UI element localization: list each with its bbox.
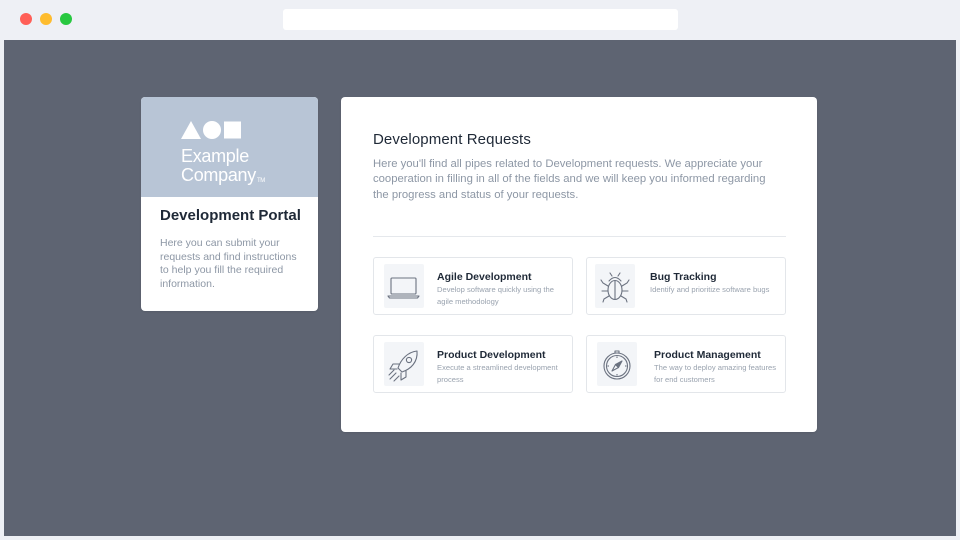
pipe-card-title: Agile Development [437,271,532,283]
maximize-window-button[interactable] [60,13,72,25]
pipe-card-bug-tracking[interactable]: Bug Tracking Identify and prioritize sof… [586,257,786,315]
logo-line-1: Example [181,146,249,166]
divider [373,236,786,237]
pipe-card-title: Product Management [654,349,761,361]
title-bar [0,0,960,40]
browser-window: Example CompanyTM Development Portal Her… [0,0,960,540]
page-description: Here you'll find all pipes related to De… [373,158,766,201]
pipe-card-description: The way to deploy amazing features for e… [654,363,776,384]
compass-icon [597,342,637,386]
pipe-card-product-development[interactable]: Product Development Execute a streamline… [373,335,573,393]
address-bar[interactable] [283,9,678,30]
pipe-card-title: Product Development [437,349,546,361]
page-title: Development Requests [373,131,531,148]
pipe-card-description: Develop software quickly using the agile… [437,285,554,306]
brand-banner: Example CompanyTM [141,97,318,197]
laptop-icon [384,264,424,308]
pipe-card-product-management[interactable]: Product Management The way to deploy ama… [586,335,786,393]
bug-icon [595,264,635,308]
pipe-card-description: Execute a streamlined development proces… [437,363,558,384]
page-viewport: Example CompanyTM Development Portal Her… [4,40,956,536]
portal-card: Example CompanyTM Development Portal Her… [141,97,318,311]
company-logo-wordmark: Example CompanyTM [181,147,265,185]
portal-title: Development Portal [160,207,301,224]
requests-panel: Development Requests Here you'll find al… [341,97,817,432]
portal-description: Here you can submit your requests and fi… [160,237,297,290]
pipe-card-title: Bug Tracking [650,271,717,283]
close-window-button[interactable] [20,13,32,25]
minimize-window-button[interactable] [40,13,52,25]
rocket-icon [384,342,424,386]
trademark-mark: TM [256,178,266,184]
pipe-card-agile-development[interactable]: Agile Development Develop software quick… [373,257,573,315]
logo-line-2: Company [181,165,256,185]
pipe-card-description: Identify and prioritize software bugs [650,285,770,294]
company-logo-icon [181,121,241,139]
